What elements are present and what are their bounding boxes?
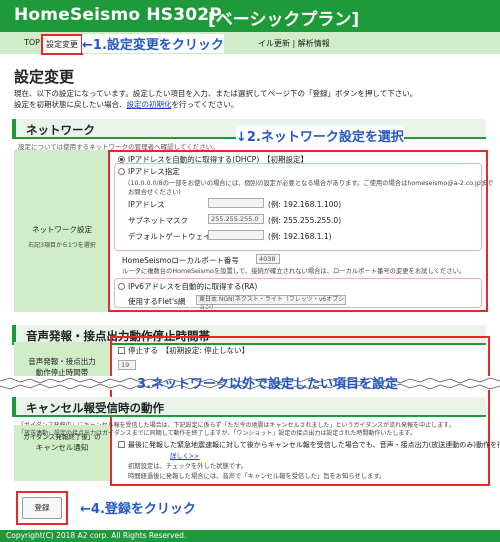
plan-name: [ベーシックプラン] bbox=[208, 10, 360, 30]
cancel-details-link[interactable]: 詳しく>> bbox=[170, 451, 199, 460]
local-port-label: HomeSeismoローカルポート番号 bbox=[122, 256, 239, 265]
dhcp-radio[interactable] bbox=[118, 156, 125, 163]
top-nav: TOP 設定変更 イル更新 | 解析情報 bbox=[0, 32, 500, 55]
ip-address-input[interactable] bbox=[208, 198, 264, 208]
static-ip-note2: お問合せください) bbox=[128, 189, 181, 196]
intro-line1: 現在、以下の設定になっています。設定したい項目を入力、または選択してページ下の「… bbox=[14, 89, 418, 98]
flets-select[interactable]: 東日本 NGN(ネクスト・ライト（フレッツ・v6オプション） bbox=[196, 295, 346, 311]
flets-label: 使用するFlet's網 bbox=[128, 297, 186, 306]
static-ip-label: IPアドレス指定 bbox=[128, 167, 180, 176]
cancel-extra-note: 時間経過後に発報した場合には、音声で「キャンセル報を受信した」旨をお知らせします… bbox=[128, 473, 386, 480]
cancel-option[interactable]: 最後に発報した緊急地震速報に対して後からキャンセル報を受信した場合でも、音声・接… bbox=[118, 440, 500, 450]
cancel-checkbox[interactable] bbox=[118, 441, 125, 448]
network-setting-label-cell: ネットワーク設定 右記3項目から1つを選択 bbox=[14, 150, 110, 312]
subnet-mask-input[interactable]: 255.255.255.0 bbox=[208, 214, 264, 224]
app-title: HomeSeismo HS302P bbox=[14, 5, 222, 25]
network-setting-sublabel: 右記3項目から1つを選択 bbox=[28, 242, 96, 249]
ipv6-label: IPv6アドレスを自動的に取得する(RA) bbox=[128, 282, 258, 291]
cancel-initial-note: 初期設定は、チェックを外した状態です。 bbox=[128, 463, 248, 470]
static-ip-radio[interactable] bbox=[118, 168, 125, 175]
subnet-mask-label: サブネットマスク bbox=[128, 216, 188, 225]
intro-text: 現在、以下の設定になっています。設定したい項目を入力、または選択してページ下の「… bbox=[14, 88, 417, 110]
app-header: HomeSeismo HS302P [ベーシックプラン] bbox=[0, 0, 500, 32]
annotation-step1: ←1.設定変更をクリック bbox=[82, 34, 224, 53]
reset-settings-link[interactable]: 設定の初期化 bbox=[127, 100, 172, 109]
stop-label-line1: 音声発報・接点出力 bbox=[28, 357, 96, 366]
subnet-mask-example: (例: 255.255.255.0) bbox=[268, 216, 342, 225]
intro-line2: 設定を初期状態に戻したい場合、設定の初期化を行ってください。 bbox=[14, 99, 417, 110]
static-ip-note1: (10.0.0.0/8の一部をお使いの場合には、個別の設定が必要となる場合があり… bbox=[128, 180, 494, 187]
local-port-input[interactable]: 4038 bbox=[256, 254, 280, 264]
network-section-title: ネットワーク bbox=[26, 123, 95, 137]
register-button[interactable]: 登録 bbox=[22, 497, 62, 519]
annotation-step2: ↓2.ネットワーク設定を選択 bbox=[236, 126, 404, 145]
cancel-section-header: キャンセル報受信時の動作 bbox=[12, 397, 486, 417]
ipv6-radio[interactable] bbox=[118, 283, 125, 290]
static-ip-option[interactable]: IPアドレス指定 bbox=[118, 166, 180, 177]
cancel-desc2: 「放送連動」設定の接点出力はガイダンスまでに同期して動作を終了しますが、「ワンシ… bbox=[18, 430, 416, 437]
annotation-step3: 3.ネットワーク以外で設定したい項目を設定 bbox=[137, 377, 398, 392]
local-port-note: ルータに複数台のHomeSeismoを設置して、接続が確立されない場合は、ローカ… bbox=[122, 268, 466, 275]
nav-item-others[interactable]: イル更新 | 解析情報 bbox=[258, 38, 330, 49]
cancel-section-title: キャンセル報受信時の動作 bbox=[26, 401, 164, 415]
nav-item-settings[interactable]: 設定変更 bbox=[41, 34, 83, 55]
annotation-step4: ←4.登録をクリック bbox=[80, 498, 196, 517]
ip-address-example: (例: 192.168.1.100) bbox=[268, 200, 342, 209]
intro-line2-suffix: を行ってください。 bbox=[171, 100, 239, 109]
cancel-option-label: 最後に発報した緊急地震速報に対して後からキャンセル報を受信した場合でも、音声・接… bbox=[128, 441, 500, 449]
ip-address-label: IPアドレス bbox=[128, 200, 165, 209]
nav-item-top[interactable]: TOP bbox=[24, 38, 40, 47]
cancel-label-line2: キャンセル通知 bbox=[35, 443, 89, 452]
gateway-label: デフォルトゲートウェイ bbox=[128, 232, 211, 241]
page-title: 設定変更 bbox=[14, 68, 75, 86]
ipv6-option[interactable]: IPv6アドレスを自動的に取得する(RA) bbox=[118, 281, 257, 292]
intro-line2-prefix: 設定を初期状態に戻したい場合、 bbox=[14, 100, 127, 109]
gateway-example: (例: 192.168.1.1) bbox=[268, 232, 332, 241]
network-setting-label: ネットワーク設定 bbox=[32, 225, 92, 234]
gateway-input[interactable] bbox=[208, 230, 264, 240]
footer-copyright: Copyright(C) 2018 A2 corp. All Rights Re… bbox=[0, 530, 500, 542]
